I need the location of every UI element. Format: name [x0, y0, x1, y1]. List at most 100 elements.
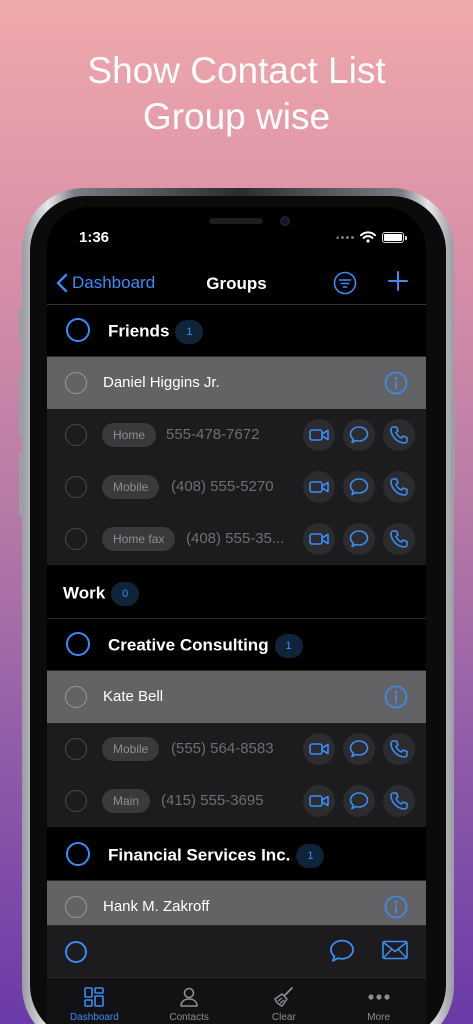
- video-call-button[interactable]: [303, 471, 335, 503]
- contact-name: Daniel Higgins Jr.: [103, 374, 220, 391]
- tab-contacts[interactable]: Contacts: [142, 978, 237, 1024]
- info-icon[interactable]: [384, 685, 408, 709]
- video-icon: [309, 429, 329, 441]
- phone-number: (408) 555-35...: [186, 530, 285, 547]
- battery-icon: [382, 231, 407, 243]
- dashboard-grid-icon: [84, 987, 105, 1007]
- phone-label: Mobile: [102, 737, 160, 761]
- select-circle[interactable]: [65, 424, 87, 446]
- phone-row: Mobile (555) 564-8583: [47, 723, 426, 775]
- person-icon: [180, 987, 198, 1007]
- contact-name: Kate Bell: [103, 688, 164, 705]
- group-name: Friends: [108, 321, 170, 341]
- contact-name: Hank M. Zakroff: [103, 898, 210, 915]
- chevron-left-icon: [56, 273, 68, 293]
- chat-bubble-icon: [349, 740, 369, 758]
- group-row-work[interactable]: Work 0: [47, 567, 426, 619]
- camera-icon: [280, 216, 290, 226]
- info-icon[interactable]: [384, 895, 408, 919]
- phone-icon: [390, 478, 408, 496]
- video-call-button[interactable]: [303, 733, 335, 765]
- headline-line-1: Show Contact List: [87, 50, 386, 91]
- headline-line-2: Group wise: [142, 96, 331, 137]
- status-time: 1:36: [79, 229, 110, 246]
- chat-bubble-icon: [349, 792, 369, 810]
- navigation-bar: Dashboard Groups: [47, 265, 426, 305]
- mail-icon[interactable]: [382, 940, 408, 960]
- video-icon: [309, 795, 329, 807]
- video-icon: [309, 533, 329, 545]
- select-circle[interactable]: [65, 476, 87, 498]
- video-call-button[interactable]: [303, 523, 335, 555]
- phone-icon: [390, 740, 408, 758]
- select-circle[interactable]: [66, 632, 90, 656]
- phone-row: Home fax (408) 555-35...: [47, 513, 426, 565]
- group-name: Creative Consulting: [108, 635, 269, 655]
- message-button[interactable]: [343, 523, 375, 555]
- phone-number: (408) 555-5270: [171, 478, 274, 495]
- video-call-button[interactable]: [303, 419, 335, 451]
- broom-icon: [274, 987, 293, 1007]
- call-button[interactable]: [383, 419, 415, 451]
- count-badge: 1: [274, 634, 303, 658]
- phone-number: (415) 555-3695: [161, 792, 264, 809]
- back-button[interactable]: Dashboard: [56, 273, 155, 293]
- group-row-financial-services[interactable]: Financial Services Inc. 1: [47, 829, 426, 881]
- phone-row: Main (415) 555-3695: [47, 775, 426, 827]
- bulk-action-bar: [47, 925, 426, 977]
- call-button[interactable]: [383, 733, 415, 765]
- tab-clear[interactable]: Clear: [237, 978, 332, 1024]
- select-circle[interactable]: [66, 842, 90, 866]
- message-button[interactable]: [343, 419, 375, 451]
- back-button-label: Dashboard: [72, 273, 156, 292]
- count-badge: 1: [175, 320, 204, 344]
- group-name: Financial Services Inc.: [108, 845, 291, 865]
- group-row-creative-consulting[interactable]: Creative Consulting 1: [47, 619, 426, 671]
- phone-volume-up: [19, 372, 23, 436]
- filter-icon[interactable]: [333, 271, 357, 295]
- select-circle[interactable]: [66, 318, 90, 342]
- select-circle[interactable]: [65, 738, 87, 760]
- phone-row: Home 555-478-7672: [47, 409, 426, 461]
- phone-label: Home fax: [102, 527, 176, 551]
- video-call-button[interactable]: [303, 785, 335, 817]
- chat-bubble-icon: [349, 530, 369, 548]
- tab-more[interactable]: More: [331, 978, 426, 1024]
- wifi-icon: [360, 231, 376, 243]
- tab-dashboard[interactable]: Dashboard: [47, 978, 142, 1024]
- contact-row[interactable]: Kate Bell: [47, 671, 426, 723]
- call-button[interactable]: [383, 471, 415, 503]
- message-button[interactable]: [343, 471, 375, 503]
- select-circle[interactable]: [65, 790, 87, 812]
- phone-number: (555) 564-8583: [171, 740, 274, 757]
- select-all-circle[interactable]: [65, 941, 87, 963]
- phone-icon: [390, 426, 408, 444]
- group-row-friends[interactable]: Friends 1: [47, 305, 426, 357]
- group-name: Work: [63, 583, 106, 603]
- chat-bubble-icon[interactable]: [329, 938, 355, 964]
- tab-bar: Dashboard Contacts Clear More: [47, 977, 426, 1024]
- video-icon: [309, 481, 329, 493]
- chat-bubble-icon: [349, 426, 369, 444]
- message-button[interactable]: [343, 733, 375, 765]
- call-button[interactable]: [383, 523, 415, 555]
- signal-icon: [336, 235, 354, 239]
- tab-label: Contacts: [169, 1012, 209, 1023]
- phone-icon: [390, 792, 408, 810]
- add-icon[interactable]: [387, 270, 409, 292]
- select-circle[interactable]: [65, 896, 87, 918]
- count-badge: 1: [296, 844, 325, 868]
- contact-row[interactable]: Daniel Higgins Jr.: [47, 357, 426, 409]
- video-icon: [309, 743, 329, 755]
- select-circle[interactable]: [65, 372, 87, 394]
- info-icon[interactable]: [384, 371, 408, 395]
- tab-label: Clear: [271, 1012, 296, 1023]
- select-circle[interactable]: [65, 528, 87, 550]
- notch: [131, 207, 343, 244]
- select-circle[interactable]: [65, 686, 87, 708]
- call-button[interactable]: [383, 785, 415, 817]
- ellipsis-icon: [368, 994, 390, 1000]
- message-button[interactable]: [343, 785, 375, 817]
- phone-label: Home: [102, 423, 157, 447]
- tab-label: More: [367, 1012, 391, 1023]
